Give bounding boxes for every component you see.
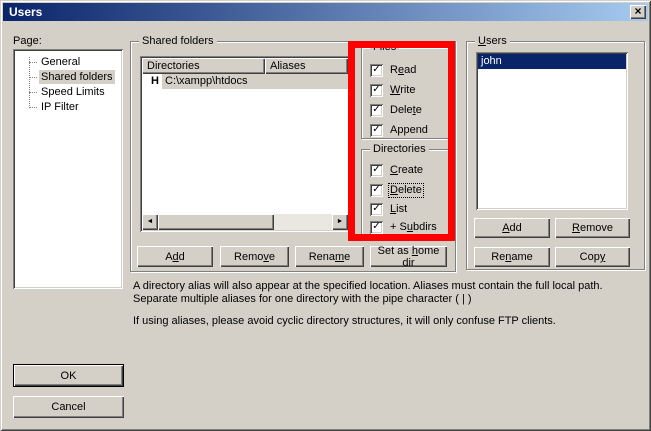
ok-button[interactable]: OK	[13, 364, 124, 387]
rename-user-button[interactable]: Rename	[474, 247, 550, 267]
sidebar-item-speed-limits[interactable]: Speed Limits	[15, 85, 121, 100]
users-group: Users john Add Remove Rename Copy	[466, 41, 645, 270]
checkbox-delete-file[interactable]: ✓ Delete	[370, 103, 423, 117]
sidebar-item-general[interactable]: General	[15, 55, 121, 70]
checkmark-icon: ✓	[372, 185, 380, 195]
checkbox-delete-dir[interactable]: ✓ Delete	[370, 183, 423, 197]
sidebar-item-shared-folders[interactable]: Shared folders	[15, 70, 121, 85]
checkbox-box[interactable]: ✓	[370, 84, 383, 97]
scroll-right-button[interactable]: ►	[332, 214, 348, 230]
checkbox-box[interactable]: ✓	[370, 164, 383, 177]
window-title: Users	[9, 5, 42, 19]
checkmark-icon: ✓	[372, 65, 380, 75]
remove-user-button[interactable]: Remove	[555, 218, 630, 238]
checkmark-icon: ✓	[372, 85, 380, 95]
shared-folders-group-label: Shared folders	[139, 35, 217, 48]
close-icon: ×	[634, 4, 641, 18]
checkbox-box[interactable]: ✓	[370, 64, 383, 77]
table-row[interactable]: H C:\xampp\htdocs	[142, 74, 348, 89]
checkbox-subdirs[interactable]: ✓ + Subdirs	[370, 220, 438, 234]
checkbox-box[interactable]: ✓	[370, 124, 383, 137]
sidebar-item-ip-filter[interactable]: IP Filter	[15, 100, 121, 115]
page-label: Page:	[13, 35, 42, 47]
users-group-label: Users	[475, 35, 510, 48]
alias-help-text: A directory alias will also appear at th…	[133, 280, 638, 306]
checkbox-box[interactable]: ✓	[370, 184, 383, 197]
user-item-john[interactable]: john	[478, 54, 626, 69]
horizontal-scrollbar[interactable]: ◄ ►	[142, 214, 348, 230]
checkbox-read[interactable]: ✓ Read	[370, 63, 417, 77]
set-home-dir-button[interactable]: Set as home dir	[370, 246, 447, 267]
rename-folder-button[interactable]: Rename	[295, 246, 364, 267]
users-dialog: Users × Page: General Shared folders Spe…	[0, 0, 651, 431]
table-header-directories[interactable]: Directories	[142, 58, 265, 74]
directories-table[interactable]: Directories Aliases H C:\xampp\htdocs ◄ …	[140, 56, 350, 232]
page-list[interactable]: General Shared folders Speed Limits IP F…	[13, 49, 123, 289]
scroll-right-icon: ►	[337, 218, 344, 225]
checkmark-icon: ✓	[372, 204, 380, 214]
checkbox-list[interactable]: ✓ List	[370, 202, 408, 216]
checkbox-append[interactable]: ✓ Append	[370, 123, 429, 137]
files-group-label: Files	[370, 41, 399, 54]
remove-folder-button[interactable]: Remove	[220, 246, 289, 267]
checkmark-icon: ✓	[372, 165, 380, 175]
checkbox-box[interactable]: ✓	[370, 221, 383, 234]
checkbox-box[interactable]: ✓	[370, 104, 383, 117]
scroll-thumb[interactable]	[158, 214, 274, 230]
checkmark-icon: ✓	[372, 105, 380, 115]
scroll-left-icon: ◄	[147, 218, 154, 225]
scroll-left-button[interactable]: ◄	[142, 214, 158, 230]
checkbox-create[interactable]: ✓ Create	[370, 163, 424, 177]
cancel-button[interactable]: Cancel	[13, 396, 124, 418]
close-button[interactable]: ×	[630, 5, 646, 19]
directory-cell[interactable]: C:\xampp\htdocs	[162, 74, 348, 89]
page-tree: General Shared folders Speed Limits IP F…	[15, 51, 121, 287]
titlebar[interactable]: Users ×	[3, 3, 648, 21]
table-body[interactable]: H C:\xampp\htdocs	[142, 74, 348, 214]
directories-group-label: Directories	[370, 143, 429, 156]
checkmark-icon: ✓	[372, 222, 380, 232]
checkmark-icon: ✓	[372, 125, 380, 135]
table-header: Directories Aliases	[142, 58, 348, 74]
home-marker: H	[142, 74, 162, 89]
directories-group: Directories ✓ Create ✓ Delete ✓ List ✓ +…	[361, 149, 449, 235]
files-group: Files ✓ Read ✓ Write ✓ Delete ✓ Append	[361, 47, 449, 139]
users-list[interactable]: john	[476, 52, 628, 210]
help-text: A directory alias will also appear at th…	[133, 280, 638, 328]
add-folder-button[interactable]: Add	[137, 246, 213, 267]
table-header-aliases[interactable]: Aliases	[265, 58, 348, 74]
add-user-button[interactable]: Add	[474, 218, 550, 238]
checkbox-write[interactable]: ✓ Write	[370, 83, 416, 97]
cyclic-help-text: If using aliases, please avoid cyclic di…	[133, 315, 638, 328]
scroll-track[interactable]	[274, 214, 332, 230]
checkbox-box[interactable]: ✓	[370, 203, 383, 216]
copy-user-button[interactable]: Copy	[555, 247, 630, 267]
